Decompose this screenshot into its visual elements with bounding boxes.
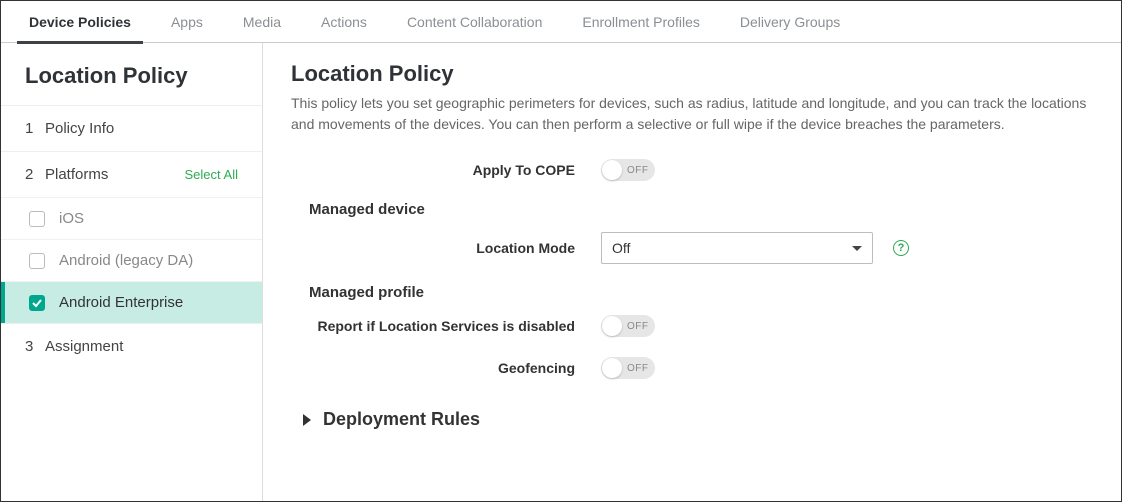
toggle-knob-icon bbox=[602, 160, 622, 180]
select-location-mode[interactable]: Off bbox=[601, 232, 873, 264]
toggle-geofencing[interactable]: OFF bbox=[601, 357, 655, 379]
deployment-rules-label: Deployment Rules bbox=[323, 409, 480, 430]
platform-label: Android Enterprise bbox=[59, 294, 183, 311]
section-managed-device: Managed device bbox=[309, 201, 1093, 218]
toggle-knob-icon bbox=[602, 316, 622, 336]
step-assignment[interactable]: 3 Assignment bbox=[1, 323, 262, 369]
help-icon[interactable]: ? bbox=[893, 240, 909, 256]
step-platforms[interactable]: 2 Platforms Select All bbox=[1, 151, 262, 197]
select-value: Off bbox=[612, 240, 630, 256]
row-location-mode: Location Mode Off ? bbox=[291, 232, 1093, 264]
checkbox-icon[interactable] bbox=[29, 211, 45, 227]
step-number: 1 bbox=[25, 120, 45, 137]
toggle-state: OFF bbox=[627, 321, 649, 332]
platform-ios[interactable]: iOS bbox=[1, 197, 262, 239]
sidebar-title: Location Policy bbox=[1, 43, 262, 105]
top-tabs-bar: Device Policies Apps Media Actions Conte… bbox=[1, 1, 1121, 43]
step-label: Assignment bbox=[45, 338, 123, 355]
toggle-report-disabled[interactable]: OFF bbox=[601, 315, 655, 337]
field-label: Apply To COPE bbox=[291, 162, 601, 178]
row-apply-cope: Apply To COPE OFF bbox=[291, 159, 1093, 181]
toggle-state: OFF bbox=[627, 363, 649, 374]
sidebar: Location Policy 1 Policy Info 2 Platform… bbox=[1, 43, 263, 501]
checkbox-icon[interactable] bbox=[29, 295, 45, 311]
platform-android-enterprise[interactable]: Android Enterprise bbox=[1, 281, 262, 323]
main-panel: Location Policy This policy lets you set… bbox=[263, 43, 1121, 501]
tab-enrollment-profiles[interactable]: Enrollment Profiles bbox=[562, 1, 720, 43]
platform-label: iOS bbox=[59, 210, 84, 227]
page-description: This policy lets you set geographic peri… bbox=[291, 93, 1091, 135]
tab-delivery-groups[interactable]: Delivery Groups bbox=[720, 1, 860, 43]
page-title: Location Policy bbox=[291, 61, 1093, 87]
step-number: 2 bbox=[25, 166, 45, 183]
field-label: Geofencing bbox=[291, 360, 601, 376]
row-report-disabled: Report if Location Services is disabled … bbox=[291, 315, 1093, 337]
step-number: 3 bbox=[25, 338, 45, 355]
platform-label: Android (legacy DA) bbox=[59, 252, 193, 269]
tab-media[interactable]: Media bbox=[223, 1, 301, 43]
checkbox-icon[interactable] bbox=[29, 253, 45, 269]
field-label: Location Mode bbox=[291, 240, 601, 256]
tab-apps[interactable]: Apps bbox=[151, 1, 223, 43]
deployment-rules-toggle[interactable]: Deployment Rules bbox=[291, 409, 1093, 430]
field-label: Report if Location Services is disabled bbox=[291, 318, 601, 334]
step-label: Platforms bbox=[45, 166, 108, 183]
chevron-down-icon bbox=[852, 246, 862, 251]
step-policy-info[interactable]: 1 Policy Info bbox=[1, 105, 262, 151]
select-all-link[interactable]: Select All bbox=[185, 167, 238, 182]
tab-actions[interactable]: Actions bbox=[301, 1, 387, 43]
toggle-knob-icon bbox=[602, 358, 622, 378]
caret-right-icon bbox=[303, 414, 311, 426]
row-geofencing: Geofencing OFF bbox=[291, 357, 1093, 379]
tab-device-policies[interactable]: Device Policies bbox=[9, 1, 151, 43]
toggle-state: OFF bbox=[627, 165, 649, 176]
tab-content-collaboration[interactable]: Content Collaboration bbox=[387, 1, 562, 43]
platform-android-legacy[interactable]: Android (legacy DA) bbox=[1, 239, 262, 281]
section-managed-profile: Managed profile bbox=[309, 284, 1093, 301]
toggle-apply-cope[interactable]: OFF bbox=[601, 159, 655, 181]
step-label: Policy Info bbox=[45, 120, 114, 137]
